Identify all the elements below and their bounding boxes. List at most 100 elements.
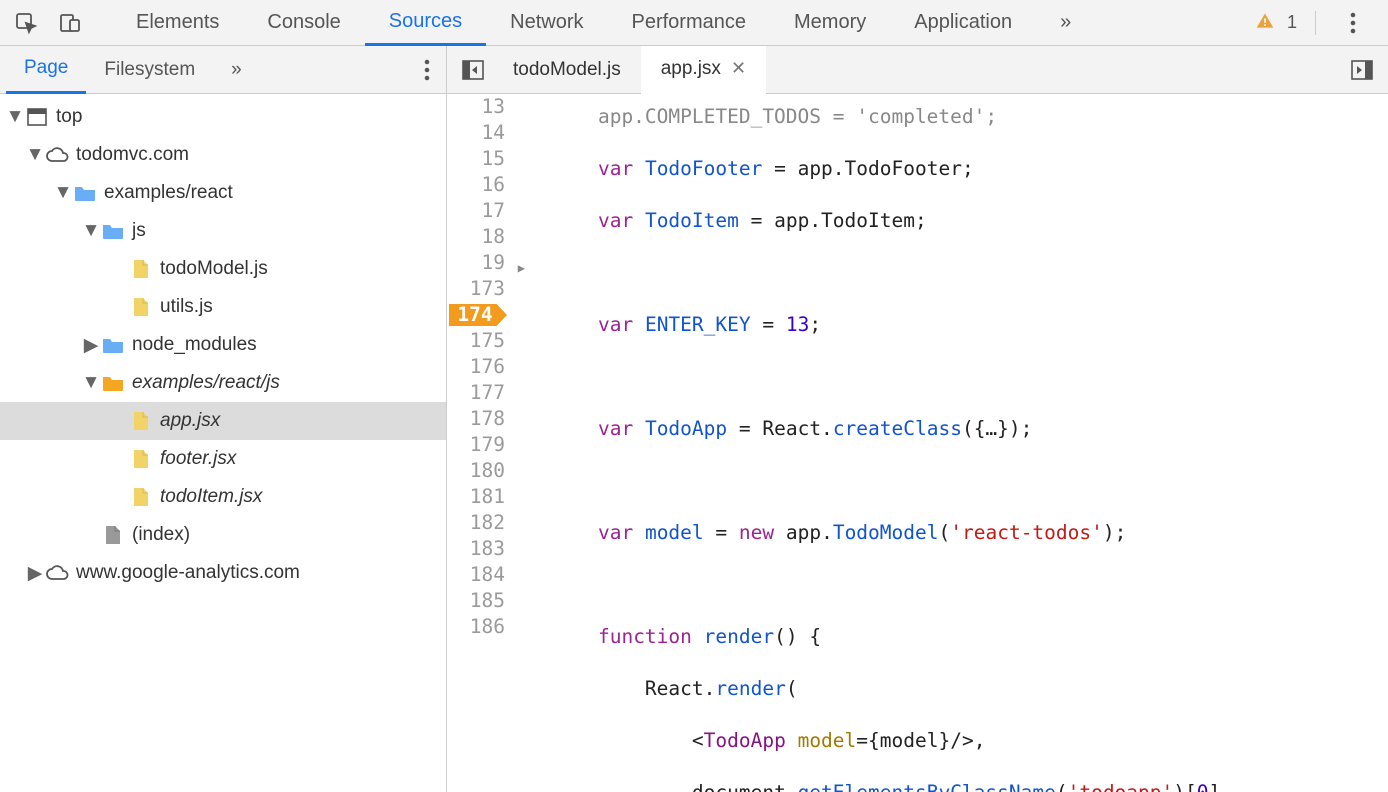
line-number[interactable]: 177 [447, 380, 505, 406]
editor-pane: todoModel.js app.jsx ✕ 13 14 15 16 17 18… [447, 46, 1388, 792]
line-number[interactable]: 179 [447, 432, 505, 458]
file-icon [128, 449, 154, 469]
subtabs-overflow-icon[interactable]: » [213, 46, 260, 94]
tab-application[interactable]: Application [890, 0, 1036, 46]
line-number[interactable]: 183 [447, 536, 505, 562]
tree-file-todomodel[interactable]: todoModel.js [0, 250, 446, 288]
tab-sources[interactable]: Sources [365, 0, 486, 46]
line-number[interactable]: 186 [447, 614, 505, 640]
tree-folder-examples[interactable]: ▼ examples/react [0, 174, 446, 212]
line-number[interactable]: 17 [447, 198, 505, 224]
tree-folder-nodemodules[interactable]: ▶ node_modules [0, 326, 446, 364]
subtab-page[interactable]: Page [6, 46, 86, 94]
tree-label: examples/react/js [132, 372, 280, 394]
tab-elements[interactable]: Elements [112, 0, 243, 46]
line-number[interactable]: 14 [447, 120, 505, 146]
tree-folder-examplesjs[interactable]: ▼ examples/react/js [0, 364, 446, 402]
folder-icon [72, 184, 98, 202]
warning-count: 1 [1287, 12, 1297, 33]
code-line [551, 468, 1388, 494]
tab-console[interactable]: Console [243, 0, 364, 46]
inspect-icon[interactable] [4, 0, 48, 46]
line-number[interactable]: 178 [447, 406, 505, 432]
editor-tab-label: app.jsx [661, 58, 721, 80]
line-number[interactable]: 18 [447, 224, 505, 250]
cloud-icon [44, 565, 70, 581]
show-navigator-icon[interactable] [453, 46, 493, 94]
line-number[interactable]: 175 [447, 328, 505, 354]
tree-domain[interactable]: ▼ todomvc.com [0, 136, 446, 174]
cloud-icon [44, 147, 70, 163]
tree-domain-ga[interactable]: ▶ www.google-analytics.com [0, 554, 446, 592]
tree-file-todoitemjsx[interactable]: todoItem.jsx [0, 478, 446, 516]
chevron-down-icon: ▼ [6, 106, 24, 128]
code-line: <TodoApp model={model}/>, [551, 728, 1388, 754]
source-code[interactable]: app.COMPLETED_TODOS = 'completed'; var T… [513, 94, 1388, 792]
frame-icon [24, 108, 50, 126]
device-toggle-icon[interactable] [48, 0, 92, 46]
line-number[interactable]: 173 [447, 276, 505, 302]
tree-file-index[interactable]: (index) [0, 516, 446, 554]
tree-file-utils[interactable]: utils.js [0, 288, 446, 326]
breakpoint-icon[interactable]: 174 [449, 304, 507, 326]
line-number[interactable]: 176 [447, 354, 505, 380]
tree-label: examples/react [104, 182, 233, 204]
line-number[interactable]: 16 [447, 172, 505, 198]
tree-folder-js[interactable]: ▼ js [0, 212, 446, 250]
subtab-filesystem[interactable]: Filesystem [86, 46, 213, 94]
tab-performance[interactable]: Performance [608, 0, 771, 46]
chevron-down-icon: ▼ [82, 372, 100, 394]
line-number[interactable]: 181 [447, 484, 505, 510]
tab-network[interactable]: Network [486, 0, 607, 46]
tree-top[interactable]: ▼ top [0, 98, 446, 136]
line-number[interactable]: 180 [447, 458, 505, 484]
line-number[interactable]: 182 [447, 510, 505, 536]
tree-label: node_modules [132, 334, 257, 356]
code-line: var TodoFooter = app.TodoFooter; [551, 156, 1388, 182]
tree-label: todomvc.com [76, 144, 189, 166]
folder-icon [100, 222, 126, 240]
chevron-right-icon: ▶ [82, 334, 100, 357]
editor-tab-appjsx[interactable]: app.jsx ✕ [641, 46, 766, 94]
code-line: React.render( [551, 676, 1388, 702]
warning-icon[interactable] [1255, 11, 1275, 34]
chevron-down-icon: ▼ [26, 144, 44, 166]
file-icon [128, 297, 154, 317]
tree-label: (index) [132, 524, 190, 546]
chevron-down-icon: ▼ [82, 220, 100, 242]
code-area[interactable]: 13 14 15 16 17 18 19▶ 173 174 175 176 17… [447, 94, 1388, 792]
navigator-pane: Page Filesystem » ▼ top ▼ todomvc.co [0, 46, 447, 792]
panel-tabs: Elements Console Sources Network Perform… [92, 0, 1255, 46]
line-number[interactable]: 13 [447, 94, 505, 120]
code-line: var ENTER_KEY = 13; [551, 312, 1388, 338]
tree-label: footer.jsx [160, 448, 236, 470]
fold-icon[interactable]: ▶ [518, 255, 525, 281]
navigator-menu-icon[interactable] [408, 59, 446, 81]
tab-memory[interactable]: Memory [770, 0, 890, 46]
line-number[interactable]: 15 [447, 146, 505, 172]
folder-icon [100, 336, 126, 354]
line-number[interactable]: 19▶ [447, 250, 505, 276]
show-debugger-icon[interactable] [1342, 46, 1382, 94]
separator [1315, 11, 1316, 35]
file-tree: ▼ top ▼ todomvc.com ▼ examples/react [0, 94, 446, 792]
code-line: var TodoApp = React.createClass({…}); [551, 416, 1388, 442]
kebab-menu-icon[interactable] [1334, 12, 1372, 34]
tree-file-footerjsx[interactable]: footer.jsx [0, 440, 446, 478]
tree-label: utils.js [160, 296, 213, 318]
line-number[interactable]: 184 [447, 562, 505, 588]
code-line: var TodoItem = app.TodoItem; [551, 208, 1388, 234]
file-icon [128, 487, 154, 507]
file-icon [128, 411, 154, 431]
navigator-tabs: Page Filesystem » [0, 46, 446, 94]
line-number[interactable]: 185 [447, 588, 505, 614]
gutter[interactable]: 13 14 15 16 17 18 19▶ 173 174 175 176 17… [447, 94, 513, 792]
tree-label: js [132, 220, 146, 242]
editor-tab-todomodel[interactable]: todoModel.js [493, 46, 641, 94]
close-icon[interactable]: ✕ [731, 58, 746, 79]
file-icon [100, 525, 126, 545]
tabs-overflow-icon[interactable]: » [1036, 0, 1095, 46]
chevron-down-icon: ▼ [54, 182, 72, 204]
tree-file-appjsx[interactable]: app.jsx [0, 402, 446, 440]
line-number-breakpoint[interactable]: 174 [447, 302, 505, 328]
